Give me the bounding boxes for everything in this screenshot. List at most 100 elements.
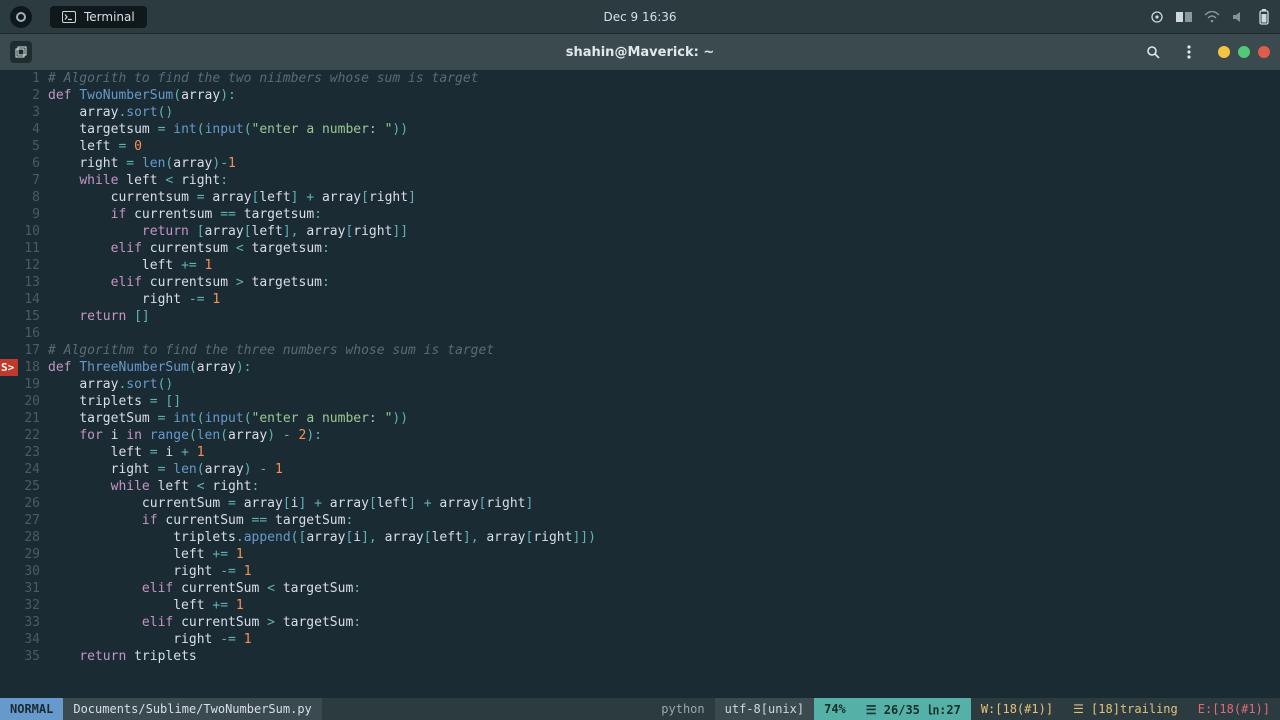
- line-number: 29: [18, 546, 48, 563]
- circle-icon: [15, 11, 27, 23]
- gutter-sign: [0, 631, 18, 648]
- status-warnings: W:[18(#1)]: [971, 698, 1063, 720]
- gutter-sign: [0, 155, 18, 172]
- code-line: 27 if currentSum == targetSum:: [0, 512, 1280, 529]
- search-button[interactable]: [1140, 39, 1166, 65]
- line-number: 20: [18, 393, 48, 410]
- line-number: 18: [18, 359, 48, 376]
- gutter-sign: [0, 648, 18, 665]
- code-content: elif currentsum > targetsum:: [48, 274, 1280, 291]
- gutter-sign: [0, 614, 18, 631]
- code-line: 30 right -= 1: [0, 563, 1280, 580]
- network-icon[interactable]: [1204, 11, 1220, 23]
- taskbar-app-terminal[interactable]: Terminal: [50, 6, 147, 28]
- line-number: 26: [18, 495, 48, 512]
- gutter-sign: [0, 138, 18, 155]
- status-mode: NORMAL: [0, 698, 63, 720]
- code-content: right -= 1: [48, 631, 1280, 648]
- code-line: S>18def ThreeNumberSum(array):: [0, 359, 1280, 376]
- gutter-sign: [0, 308, 18, 325]
- system-top-bar: Terminal Dec 9 16:36: [0, 0, 1280, 34]
- code-content: def ThreeNumberSum(array):: [48, 359, 1280, 376]
- code-line: 31 elif currentSum < targetSum:: [0, 580, 1280, 597]
- code-line: 1# Algorith to find the two niimbers who…: [0, 70, 1280, 87]
- line-number: 6: [18, 155, 48, 172]
- code-line: 4 targetsum = int(input("enter a number:…: [0, 121, 1280, 138]
- minimize-button[interactable]: [1218, 46, 1230, 58]
- maximize-button[interactable]: [1238, 46, 1250, 58]
- line-number: 12: [18, 257, 48, 274]
- gutter-sign: [0, 512, 18, 529]
- gutter-sign: [0, 580, 18, 597]
- code-line: 33 elif currentSum > targetSum:: [0, 614, 1280, 631]
- line-number: 19: [18, 376, 48, 393]
- line-number: 11: [18, 240, 48, 257]
- code-content: left += 1: [48, 257, 1280, 274]
- code-content: right = len(array)-1: [48, 155, 1280, 172]
- gutter-sign: [0, 342, 18, 359]
- line-number: 34: [18, 631, 48, 648]
- battery-icon[interactable]: [1258, 9, 1270, 25]
- status-percent: 74%: [814, 698, 856, 720]
- line-number: 21: [18, 410, 48, 427]
- code-content: currentsum = array[left] + array[right]: [48, 189, 1280, 206]
- line-number: 8: [18, 189, 48, 206]
- gutter-sign: [0, 70, 18, 87]
- gutter-sign: [0, 291, 18, 308]
- code-content: if currentsum == targetsum:: [48, 206, 1280, 223]
- line-number: 33: [18, 614, 48, 631]
- line-number: 7: [18, 172, 48, 189]
- line-number: 10: [18, 223, 48, 240]
- code-content: targetSum = int(input("enter a number: "…: [48, 410, 1280, 427]
- code-content: def TwoNumberSum(array):: [48, 87, 1280, 104]
- terminal-icon: [62, 11, 76, 23]
- line-number: 25: [18, 478, 48, 495]
- workspace-icon[interactable]: [1176, 10, 1192, 24]
- editor-viewport[interactable]: 1# Algorith to find the two niimbers who…: [0, 70, 1280, 698]
- clock[interactable]: Dec 9 16:36: [603, 10, 676, 24]
- activities-button[interactable]: [10, 6, 32, 28]
- code-line: 24 right = len(array) - 1: [0, 461, 1280, 478]
- code-content: left += 1: [48, 597, 1280, 614]
- settings-icon[interactable]: [1150, 10, 1164, 24]
- code-line: 3 array.sort(): [0, 104, 1280, 121]
- line-number: 5: [18, 138, 48, 155]
- volume-icon[interactable]: [1232, 11, 1246, 23]
- system-tray: [1150, 9, 1270, 25]
- gutter-sign: [0, 546, 18, 563]
- gutter-sign: [0, 121, 18, 138]
- code-content: while left < right:: [48, 478, 1280, 495]
- line-number: 24: [18, 461, 48, 478]
- vim-status-line: NORMAL Documents/Sublime/TwoNumberSum.py…: [0, 698, 1280, 720]
- code-content: currentSum = array[i] + array[left] + ar…: [48, 495, 1280, 512]
- close-button[interactable]: [1258, 46, 1270, 58]
- code-content: elif currentSum < targetSum:: [48, 580, 1280, 597]
- status-filetype: python: [651, 698, 714, 720]
- gutter-sign: [0, 461, 18, 478]
- gutter-sign: [0, 240, 18, 257]
- code-content: elif currentsum < targetsum:: [48, 240, 1280, 257]
- code-line: 10 return [array[left], array[right]]: [0, 223, 1280, 240]
- gutter-sign: [0, 563, 18, 580]
- code-content: right -= 1: [48, 291, 1280, 308]
- menu-button[interactable]: [1176, 39, 1202, 65]
- kebab-icon: [1187, 45, 1191, 59]
- gutter-sign: [0, 529, 18, 546]
- status-position: ☰ 26/35 ㏑:27: [856, 698, 971, 720]
- window-controls: [1218, 46, 1270, 58]
- status-trailing: ☰ [18]trailing: [1063, 698, 1188, 720]
- code-line: 12 left += 1: [0, 257, 1280, 274]
- code-line: 34 right -= 1: [0, 631, 1280, 648]
- code-line: 26 currentSum = array[i] + array[left] +…: [0, 495, 1280, 512]
- new-tab-button[interactable]: [10, 41, 32, 63]
- gutter-sign: [0, 87, 18, 104]
- code-line: 2def TwoNumberSum(array):: [0, 87, 1280, 104]
- gutter-sign: [0, 104, 18, 121]
- code-line: 35 return triplets: [0, 648, 1280, 665]
- code-line: 32 left += 1: [0, 597, 1280, 614]
- gutter-sign: [0, 325, 18, 342]
- code-line: 20 triplets = []: [0, 393, 1280, 410]
- gutter-sign: [0, 410, 18, 427]
- code-line: 17# Algorithm to find the three numbers …: [0, 342, 1280, 359]
- code-content: # Algorithm to find the three numbers wh…: [48, 342, 1280, 359]
